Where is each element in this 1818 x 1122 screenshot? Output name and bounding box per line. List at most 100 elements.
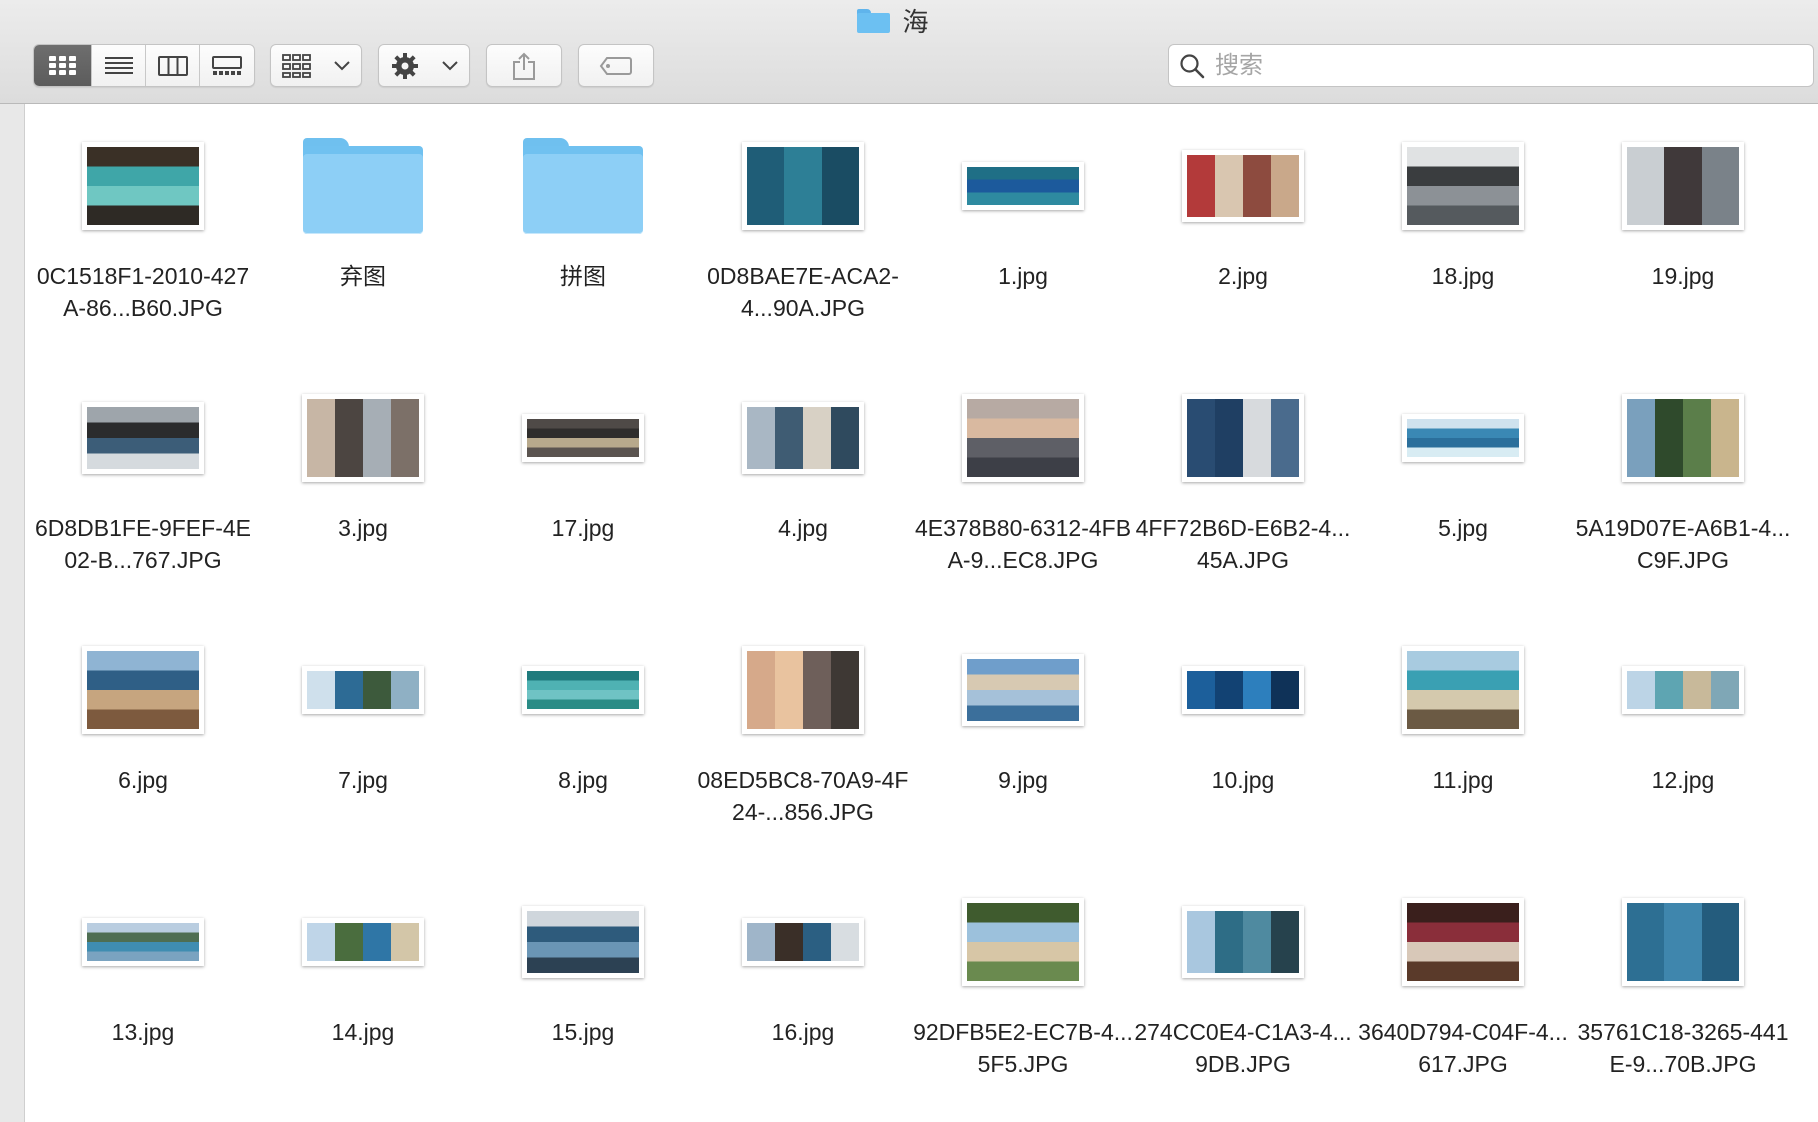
file-item[interactable]: 8.jpg [473,616,693,868]
group-by-button[interactable] [270,44,362,87]
file-item[interactable]: 9.jpg [913,616,1133,868]
file-name: 弃图 [340,263,386,289]
thumbnail-area [253,634,473,746]
file-name: 15.jpg [551,1019,615,1045]
photo-preview [747,147,859,225]
file-item[interactable]: 19.jpg [1573,112,1793,364]
action-button[interactable] [378,44,470,87]
image-thumbnail [302,918,424,966]
file-item[interactable]: 4FF72B6D-E6B2-4...45A.JPG [1133,364,1353,616]
photo-preview [1187,399,1299,477]
file-name: 16.jpg [771,1019,835,1045]
image-thumbnail [742,646,864,734]
list-icon [104,56,133,76]
image-thumbnail [1622,394,1744,482]
photo-preview [527,911,639,973]
file-name: 10.jpg [1211,767,1275,793]
file-name: 1.jpg [998,263,1048,289]
file-item[interactable]: 0C1518F1-2010-427A-86...B60.JPG [33,112,253,364]
file-name: 拼图 [560,263,606,289]
image-thumbnail [962,898,1084,986]
file-name: 92DFB5E2-EC7B-4...5F5.JPG [913,1019,1133,1077]
image-thumbnail [1622,666,1744,714]
image-thumbnail [522,666,644,714]
file-item[interactable]: 11.jpg [1353,616,1573,868]
thumbnail-area [33,886,253,998]
columns-icon [157,55,188,76]
photo-preview [1407,651,1519,729]
file-item[interactable]: 15.jpg [473,868,693,1120]
photo-preview [747,651,859,729]
file-name: 35761C18-3265-441E-9...70B.JPG [1577,1019,1789,1077]
thumbnail-area [1573,886,1793,998]
tag-button[interactable] [578,44,654,87]
file-item[interactable]: 18.jpg [1353,112,1573,364]
file-item[interactable]: 4E378B80-6312-4FBA-9...EC8.JPG [913,364,1133,616]
file-item[interactable]: 4.jpg [693,364,913,616]
file-name: 12.jpg [1651,767,1715,793]
file-item[interactable]: 3640D794-C04F-4...617.JPG [1353,868,1573,1120]
image-thumbnail [962,654,1084,726]
photo-preview [527,419,639,457]
thumbnail-area [473,130,693,242]
file-name: 8.jpg [558,767,608,793]
file-item[interactable]: 3.jpg [253,364,473,616]
file-name: 0C1518F1-2010-427A-86...B60.JPG [36,263,250,321]
image-thumbnail [742,142,864,230]
file-item[interactable]: 08ED5BC8-70A9-4F24-...856.JPG [693,616,913,868]
file-item[interactable]: 2.jpg [1133,112,1353,364]
thumbnail-area [1133,382,1353,494]
file-item[interactable]: 35761C18-3265-441E-9...70B.JPG [1573,868,1793,1120]
file-item[interactable]: 274CC0E4-C1A3-4...9DB.JPG [1133,868,1353,1120]
file-item[interactable]: 10.jpg [1133,616,1353,868]
toolbar: 海 [0,0,1818,104]
file-item[interactable]: 5.jpg [1353,364,1573,616]
file-item[interactable]: 6.jpg [33,616,253,868]
file-item[interactable]: 16.jpg [693,868,913,1120]
share-button[interactable] [486,44,562,87]
file-item[interactable]: 6D8DB1FE-9FEF-4E02-B...767.JPG [33,364,253,616]
file-name: 18.jpg [1431,263,1495,289]
file-item[interactable]: 14.jpg [253,868,473,1120]
chevron-down-icon [441,60,458,71]
image-thumbnail [1402,142,1524,230]
photo-preview [527,671,639,709]
search-field [1168,44,1814,87]
file-grid: 0C1518F1-2010-427A-86...B60.JPG 弃图 拼图 0D8BA… [33,112,1813,1120]
image-thumbnail [1402,898,1524,986]
gear-icon [391,52,419,80]
thumbnail-area [1353,634,1573,746]
window-title-bar: 海 [0,2,1818,39]
list-view-button[interactable] [92,45,146,86]
thumbnail-area [1133,886,1353,998]
file-item[interactable]: 0D8BAE7E-ACA2-4...90A.JPG [693,112,913,364]
thumbnail-area [33,130,253,242]
search-input[interactable] [1213,46,1797,85]
search-icon [1179,53,1205,79]
file-name: 11.jpg [1432,767,1494,793]
thumbnail-area [253,382,473,494]
photo-preview [87,923,199,961]
file-item[interactable]: 5A19D07E-A6B1-4...C9F.JPG [1573,364,1793,616]
file-item[interactable]: 7.jpg [253,616,473,868]
photo-preview [307,923,419,961]
file-item[interactable]: 92DFB5E2-EC7B-4...5F5.JPG [913,868,1133,1120]
file-name: 13.jpg [111,1019,175,1045]
photo-preview [307,671,419,709]
file-item[interactable]: 13.jpg [33,868,253,1120]
image-thumbnail [962,162,1084,210]
photo-preview [747,923,859,961]
image-thumbnail [522,906,644,978]
column-view-button[interactable] [146,45,200,86]
photo-preview [967,903,1079,981]
thumbnail-area [693,634,913,746]
file-item[interactable]: 17.jpg [473,364,693,616]
folder-item[interactable]: 弃图 [253,112,473,364]
file-item[interactable]: 12.jpg [1573,616,1793,868]
file-name: 4FF72B6D-E6B2-4...45A.JPG [1135,515,1351,573]
file-item[interactable]: 1.jpg [913,112,1133,364]
folder-item[interactable]: 拼图 [473,112,693,364]
folder-icon [523,138,643,234]
icon-view-button[interactable] [34,45,92,86]
gallery-view-button[interactable] [200,45,254,86]
